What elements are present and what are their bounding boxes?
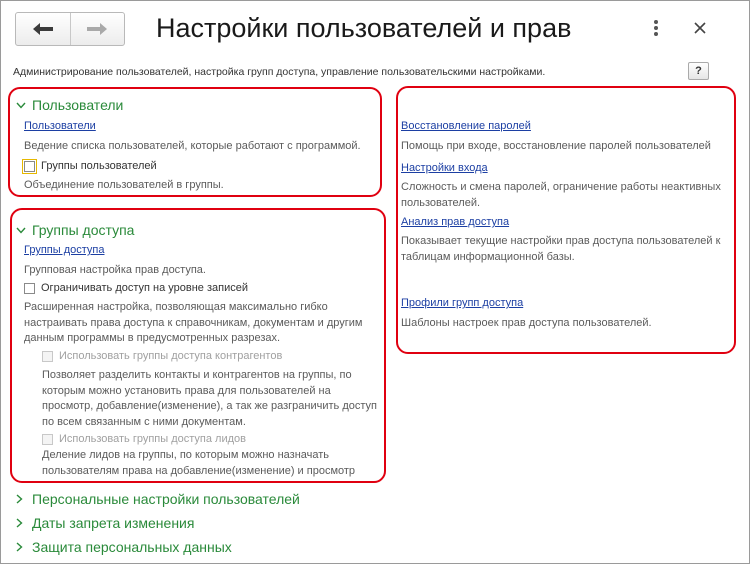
help-button[interactable]: ?	[688, 62, 709, 80]
chevron-right-icon	[16, 494, 28, 504]
chevron-down-icon	[16, 227, 28, 234]
checkbox-box[interactable]	[42, 433, 53, 445]
page-description: Администрирование пользователей, настрой…	[13, 66, 546, 78]
leads-groups-note: Деление лидов на группы, по которым можн…	[42, 449, 356, 477]
settings-window: Настройки пользователей и прав Администр…	[0, 0, 750, 564]
access-analysis-note: Показывает текущие настройки прав доступ…	[401, 235, 721, 263]
navigation-buttons	[15, 12, 125, 46]
forward-button[interactable]	[69, 13, 125, 45]
checkbox-box[interactable]	[24, 282, 35, 294]
access-groups-note: Групповая настройка прав доступа.	[24, 264, 206, 276]
password-recovery-link[interactable]: Восстановление паролей	[401, 120, 531, 132]
login-settings-note: Сложность и смена паролей, ограничение р…	[401, 181, 721, 209]
access-profiles-link[interactable]: Профили групп доступа	[401, 297, 523, 309]
checkbox-box[interactable]	[42, 350, 53, 362]
personal-data-protection-section-header[interactable]: Защита персональных данных	[16, 539, 232, 555]
change-ban-dates-section-header[interactable]: Даты запрета изменения	[16, 515, 194, 531]
restrict-records-checkbox[interactable]: Ограничивать доступ на уровне записей	[24, 282, 248, 294]
access-profiles-note: Шаблоны настроек прав доступа пользовате…	[401, 317, 652, 329]
access-groups-section-title: Группы доступа	[32, 222, 135, 238]
leads-groups-checkbox[interactable]: Использовать группы доступа лидов	[42, 433, 246, 445]
chevron-right-icon	[16, 542, 28, 552]
counterparty-groups-checkbox[interactable]: Использовать группы доступа контрагентов	[42, 350, 282, 362]
chevron-down-icon	[16, 102, 28, 109]
users-note: Ведение списка пользователей, которые ра…	[24, 140, 361, 152]
counterparty-groups-label: Использовать группы доступа контрагентов	[59, 350, 283, 362]
personal-settings-title: Персональные настройки пользователей	[32, 491, 300, 507]
users-section-title: Пользователи	[32, 97, 124, 113]
close-icon[interactable]	[689, 16, 711, 40]
counterparty-groups-note: Позволяет разделить контакты и контраген…	[42, 369, 377, 428]
user-groups-note: Объединение пользователей в группы.	[24, 179, 224, 191]
chevron-right-icon	[16, 518, 28, 528]
page-title: Настройки пользователей и прав	[156, 13, 572, 43]
access-analysis-link[interactable]: Анализ прав доступа	[401, 216, 509, 228]
restrict-records-label: Ограничивать доступ на уровне записей	[41, 282, 249, 294]
user-groups-checkbox[interactable]: Группы пользователей	[22, 158, 157, 174]
user-groups-checkbox-label: Группы пользователей	[41, 160, 157, 172]
arrow-right-icon	[87, 23, 108, 35]
personal-settings-section-header[interactable]: Персональные настройки пользователей	[16, 491, 300, 507]
leads-groups-label: Использовать группы доступа лидов	[59, 433, 246, 445]
more-menu-icon[interactable]	[645, 15, 667, 41]
back-button[interactable]	[16, 13, 70, 45]
change-ban-dates-title: Даты запрета изменения	[32, 515, 195, 531]
password-recovery-note: Помощь при входе, восстановление паролей…	[401, 140, 711, 152]
checkbox-box[interactable]	[22, 158, 37, 174]
access-groups-link[interactable]: Группы доступа	[24, 244, 104, 256]
users-section-header[interactable]: Пользователи	[16, 97, 123, 113]
arrow-left-icon	[32, 23, 53, 35]
users-link[interactable]: Пользователи	[24, 120, 96, 132]
access-groups-section-header[interactable]: Группы доступа	[16, 222, 134, 238]
personal-data-protection-title: Защита персональных данных	[32, 539, 232, 555]
restrict-records-note: Расширенная настройка, позволяющая макси…	[24, 301, 363, 344]
login-settings-link[interactable]: Настройки входа	[401, 162, 488, 174]
